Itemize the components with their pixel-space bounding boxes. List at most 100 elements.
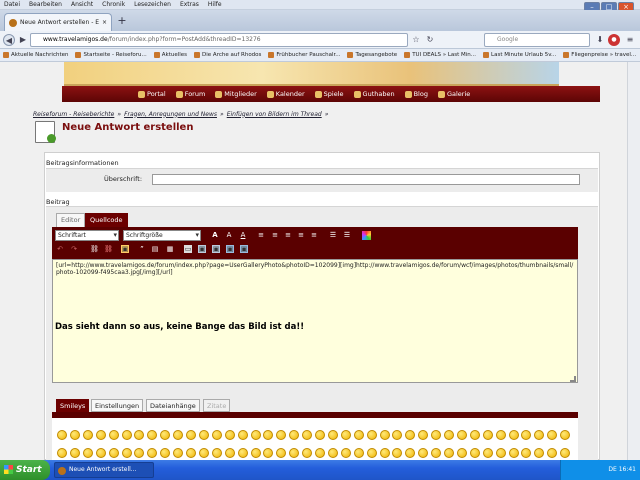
smiley-icon[interactable]	[521, 448, 532, 458]
smiley-icon[interactable]	[508, 430, 519, 440]
quote-icon[interactable]: ”	[138, 245, 146, 253]
smiley-icon[interactable]	[560, 448, 571, 458]
bookmark-item[interactable]: Fliegenpreise » travel...	[563, 52, 636, 58]
media-icon[interactable]: ▭	[184, 245, 192, 253]
smiley-icon[interactable]	[160, 448, 171, 458]
color-picker-icon[interactable]	[362, 231, 371, 240]
font-size-icon[interactable]: A	[225, 231, 233, 239]
smiley-icon[interactable]	[469, 430, 480, 440]
back-icon[interactable]: ◀	[3, 34, 15, 46]
smiley-icon[interactable]	[263, 430, 274, 440]
smiley-icon[interactable]	[547, 448, 558, 458]
bookmark-star-icon[interactable]: ☆	[410, 34, 422, 46]
smiley-icon[interactable]	[173, 430, 184, 440]
breadcrumb-forum[interactable]: Reiseforum - Reiseberichte	[33, 111, 114, 118]
tab-source[interactable]: Quellcode	[85, 213, 128, 227]
link-icon[interactable]: ⛓	[90, 245, 99, 253]
smiley-icon[interactable]	[456, 430, 467, 440]
tab-quotes[interactable]: Zitate	[203, 399, 231, 412]
smiley-icon[interactable]	[302, 448, 313, 458]
smiley-icon[interactable]	[276, 448, 287, 458]
smiley-icon[interactable]	[340, 430, 351, 440]
smiley-icon[interactable]	[534, 448, 545, 458]
smiley-icon[interactable]	[95, 448, 106, 458]
smiley-icon[interactable]	[289, 448, 300, 458]
menu-icon[interactable]: ≡	[624, 34, 636, 46]
smiley-icon[interactable]	[224, 430, 235, 440]
smiley-icon[interactable]	[482, 430, 493, 440]
addon-icon[interactable]: ●	[608, 34, 620, 46]
smiley-icon[interactable]	[147, 448, 158, 458]
smiley-icon[interactable]	[134, 448, 145, 458]
smiley-icon[interactable]	[108, 430, 119, 440]
smiley-icon[interactable]	[160, 430, 171, 440]
font-size-select[interactable]: Schriftgröße	[123, 230, 201, 241]
smiley-icon[interactable]	[431, 430, 442, 440]
tab-settings[interactable]: Einstellungen	[91, 399, 144, 412]
tab-editor[interactable]: Editor	[56, 213, 86, 227]
smiley-icon[interactable]	[405, 448, 416, 458]
smiley-icon[interactable]	[366, 430, 377, 440]
smiley-icon[interactable]	[69, 448, 80, 458]
smiley-icon[interactable]	[315, 448, 325, 458]
smiley-icon[interactable]	[353, 448, 364, 458]
taskbar-item[interactable]: Neue Antwort erstell...	[54, 462, 154, 478]
smiley-icon[interactable]	[444, 430, 454, 440]
nav-kalender[interactable]: Kalender	[266, 90, 305, 98]
smiley-icon[interactable]	[469, 448, 480, 458]
smiley-icon[interactable]	[237, 430, 248, 440]
align-right-icon[interactable]: ≡	[297, 231, 305, 239]
align-justify-icon[interactable]: ≡	[310, 231, 318, 239]
smiley-icon[interactable]	[482, 448, 493, 458]
smiley-icon[interactable]	[186, 430, 196, 440]
search-input[interactable]: Google	[484, 33, 590, 47]
smiley-icon[interactable]	[534, 430, 545, 440]
bookmark-item[interactable]: Aktuelle Nachrichten	[3, 52, 68, 58]
smiley-icon[interactable]	[121, 448, 132, 458]
url-bar[interactable]: www.travelamigos.de/forum/index.php?form…	[30, 33, 408, 47]
video-icon[interactable]: ▣	[226, 245, 234, 253]
smiley-icon[interactable]	[418, 448, 429, 458]
smiley-icon[interactable]	[82, 430, 93, 440]
align-left-icon[interactable]: ≡	[271, 231, 279, 239]
smiley-icon[interactable]	[147, 430, 158, 440]
smiley-icon[interactable]	[57, 430, 67, 440]
underline-a-icon[interactable]: A	[239, 231, 247, 239]
smiley-icon[interactable]	[211, 448, 222, 458]
smiley-icon[interactable]	[340, 448, 351, 458]
smiley-icon[interactable]	[327, 448, 338, 458]
nav-galerie[interactable]: Galerie	[437, 90, 470, 98]
bookmark-item[interactable]: Startseite - Reiseforu...	[75, 52, 147, 58]
smiley-icon[interactable]	[495, 448, 506, 458]
smiley-icon[interactable]	[444, 448, 454, 458]
nav-guthaben[interactable]: Guthaben	[353, 90, 395, 98]
nav-spiele[interactable]: Spiele	[314, 90, 344, 98]
bookmark-item[interactable]: TUI DEALS » Last Min...	[404, 52, 476, 58]
new-tab-button[interactable]: +	[116, 15, 128, 27]
smiley-icon[interactable]	[69, 430, 80, 440]
font-color-icon[interactable]: A	[211, 231, 219, 239]
menu-ansicht[interactable]: Ansicht	[71, 1, 93, 8]
forward-icon[interactable]: ▶	[17, 34, 29, 46]
smiley-icon[interactable]	[211, 430, 222, 440]
ordered-list-icon[interactable]: ☰	[343, 231, 351, 239]
font-select[interactable]: Schriftart	[55, 230, 119, 241]
smiley-icon[interactable]	[276, 430, 287, 440]
nav-portal[interactable]: Portal	[138, 90, 166, 98]
smiley-icon[interactable]	[327, 430, 338, 440]
bookmark-item[interactable]: Last Minute Urlaub 5v...	[483, 52, 556, 58]
photo-icon[interactable]: ▣	[198, 245, 206, 253]
menu-bearbeiten[interactable]: Bearbeiten	[29, 1, 62, 8]
source-editor-textarea[interactable]: [url=http://www.travelamigos.de/forum/in…	[52, 259, 578, 383]
undo-icon[interactable]: ↶	[56, 245, 64, 253]
map-icon[interactable]: ▣	[240, 245, 248, 253]
smiley-icon[interactable]	[431, 448, 442, 458]
smiley-icon[interactable]	[315, 430, 325, 440]
smiley-icon[interactable]	[392, 448, 403, 458]
bookmark-item[interactable]: Tagesangebote	[347, 52, 397, 58]
smiley-icon[interactable]	[134, 430, 145, 440]
smiley-icon[interactable]	[379, 430, 390, 440]
smiley-icon[interactable]	[186, 448, 196, 458]
smiley-icon[interactable]	[198, 448, 209, 458]
smiley-icon[interactable]	[379, 448, 390, 458]
